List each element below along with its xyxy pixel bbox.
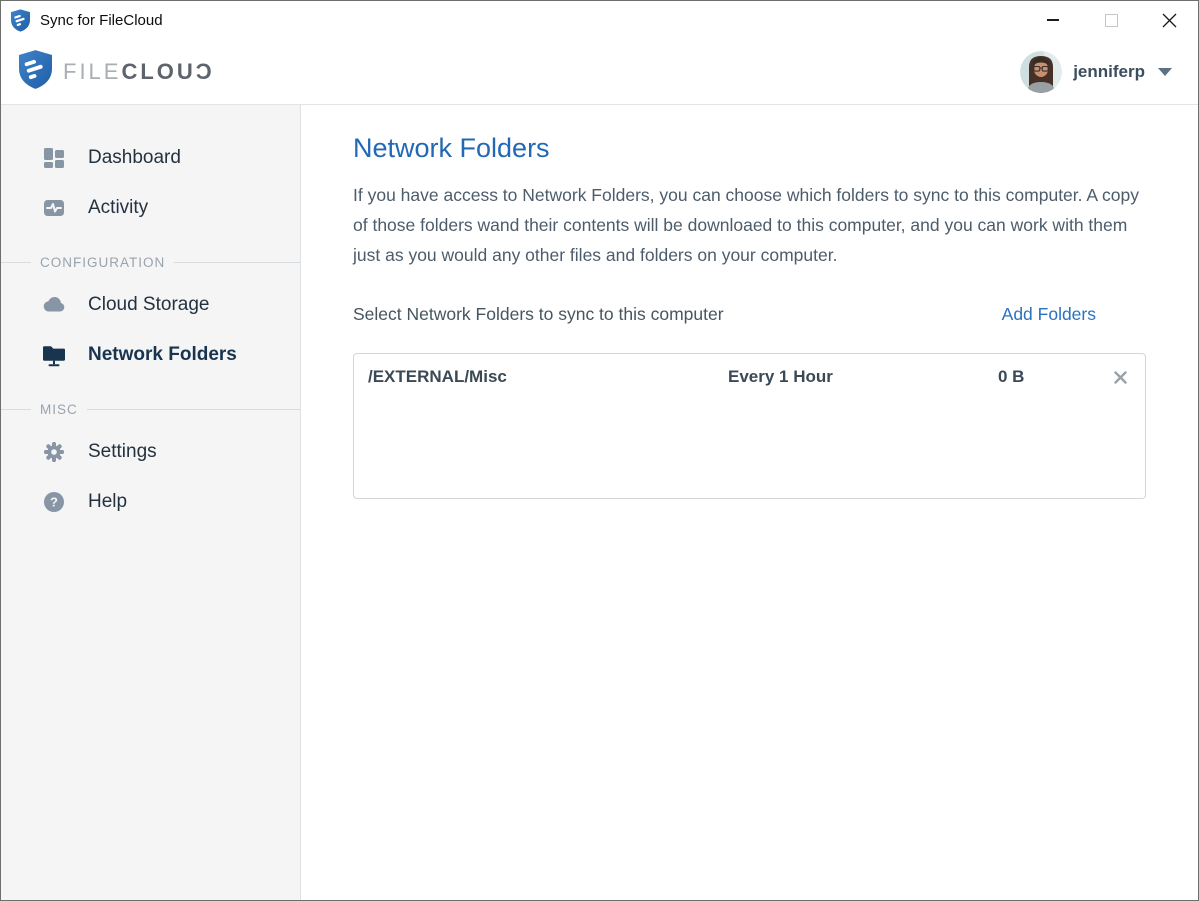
page-description: If you have access to Network Folders, y… [353,180,1143,270]
folder-size: 0 B [998,367,1111,387]
add-folders-button[interactable]: Add Folders [1002,304,1096,325]
sidebar-item-label: Activity [88,197,148,219]
window-title: Sync for FileCloud [40,12,163,29]
close-icon [1114,371,1127,384]
main-panel: Network Folders If you have access to Ne… [301,105,1198,900]
sidebar: Dashboard Activity CONFIGURATION [1,105,301,900]
maximize-button[interactable] [1082,1,1140,39]
close-icon [1162,13,1177,28]
brand-file-text: FILE [63,59,121,84]
folder-list: /EXTERNAL/Misc Every 1 Hour 0 B [353,353,1146,499]
sidebar-item-label: Dashboard [88,147,181,169]
window-controls [1024,1,1198,39]
section-label: CONFIGURATION [40,255,165,270]
brand-wordmark: FILECLOUƆ [63,59,215,85]
chevron-down-icon [1158,68,1172,76]
gear-icon [41,439,67,465]
maximize-icon [1105,14,1118,27]
sidebar-item-activity[interactable]: Activity [1,183,300,233]
section-label: MISC [40,402,78,417]
username: jenniferp [1073,62,1145,82]
cloud-icon [41,292,67,318]
network-folder-icon [41,342,67,368]
minimize-icon [1047,19,1059,21]
app-window: Sync for FileCloud [0,0,1199,901]
app-header: FILECLOUƆ [1,39,1198,105]
folder-schedule: Every 1 Hour [728,367,998,387]
page-title: Network Folders [353,133,1198,164]
brand-cloud-text: CLOUƆ [121,59,214,84]
sidebar-item-settings[interactable]: Settings [1,427,300,477]
remove-folder-button[interactable] [1111,368,1129,386]
select-row: Select Network Folders to sync to this c… [353,304,1146,325]
sidebar-item-label: Network Folders [88,344,237,366]
filecloud-shield-icon [19,50,52,94]
folder-path: /EXTERNAL/Misc [368,367,728,387]
brand: FILECLOUƆ [19,50,215,94]
sidebar-item-label: Settings [88,441,157,463]
avatar [1020,51,1062,93]
svg-text:?: ? [50,495,58,510]
sidebar-item-dashboard[interactable]: Dashboard [1,133,300,183]
sidebar-item-cloud-storage[interactable]: Cloud Storage [1,280,300,330]
dashboard-icon [41,145,67,171]
sidebar-item-help[interactable]: ? Help [1,477,300,527]
sidebar-item-label: Help [88,491,127,513]
titlebar[interactable]: Sync for FileCloud [1,1,1198,39]
layout: Dashboard Activity CONFIGURATION [1,105,1198,900]
select-folders-label: Select Network Folders to sync to this c… [353,304,724,325]
sidebar-item-network-folders[interactable]: Network Folders [1,330,300,380]
sidebar-section-misc: MISC [1,398,300,420]
user-menu[interactable]: jenniferp [1020,51,1172,93]
sidebar-section-configuration: CONFIGURATION [1,251,300,273]
sidebar-item-label: Cloud Storage [88,294,209,316]
folder-row[interactable]: /EXTERNAL/Misc Every 1 Hour 0 B [354,354,1145,387]
close-button[interactable] [1140,1,1198,39]
filecloud-shield-icon [11,8,31,32]
minimize-button[interactable] [1024,1,1082,39]
activity-icon [41,195,67,221]
help-icon: ? [41,489,67,515]
